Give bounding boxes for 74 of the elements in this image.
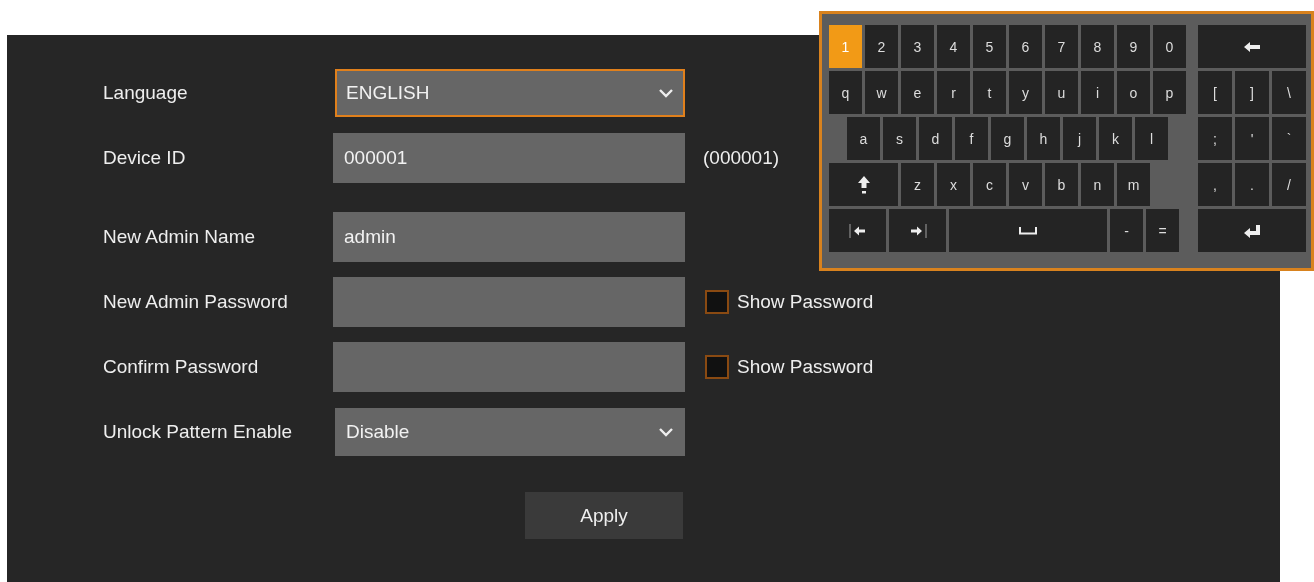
field-label: Device ID — [103, 147, 187, 169]
field-label: New Admin Name — [103, 226, 257, 248]
key[interactable]: c — [973, 163, 1006, 206]
arrow-left-icon — [1243, 40, 1261, 53]
key[interactable]: r — [937, 71, 970, 114]
key[interactable]: / — [1272, 163, 1306, 206]
key[interactable]: 0 — [1153, 25, 1186, 68]
key[interactable]: g — [991, 117, 1024, 160]
input-field[interactable]: admin — [333, 212, 685, 262]
key[interactable]: 4 — [937, 25, 970, 68]
chevron-down-icon — [658, 88, 674, 98]
key[interactable]: d — [919, 117, 952, 160]
key[interactable]: i — [1081, 71, 1114, 114]
key[interactable]: t — [973, 71, 1006, 114]
key[interactable]: . — [1235, 163, 1269, 206]
key[interactable]: [ — [1198, 71, 1232, 114]
space-icon — [1019, 226, 1037, 235]
key[interactable]: q — [829, 71, 862, 114]
key[interactable]: n — [1081, 163, 1114, 206]
key[interactable]: 2 — [865, 25, 898, 68]
key[interactable]: 9 — [1117, 25, 1150, 68]
key[interactable]: s — [883, 117, 916, 160]
key[interactable]: y — [1009, 71, 1042, 114]
password-field[interactable] — [333, 277, 685, 327]
key[interactable]: k — [1099, 117, 1132, 160]
key[interactable]: \ — [1272, 71, 1306, 114]
key[interactable]: o — [1117, 71, 1150, 114]
tab-right-icon — [908, 222, 927, 239]
field-label: Confirm Password — [103, 356, 260, 378]
key[interactable]: j — [1063, 117, 1096, 160]
field-label: Unlock Pattern Enable — [103, 421, 294, 443]
key[interactable]: p — [1153, 71, 1186, 114]
device-id-note: (000001) — [703, 147, 780, 169]
apply-button[interactable]: Apply — [525, 492, 683, 539]
key[interactable]: h — [1027, 117, 1060, 160]
key[interactable]: f — [955, 117, 988, 160]
key[interactable]: - — [1110, 209, 1143, 252]
key[interactable]: l — [1135, 117, 1168, 160]
key[interactable]: a — [847, 117, 880, 160]
input-field[interactable]: 000001 — [333, 133, 685, 183]
checkbox[interactable] — [705, 355, 729, 379]
key[interactable]: u — [1045, 71, 1078, 114]
key[interactable]: ' — [1235, 117, 1269, 160]
dropdown[interactable]: Disable — [335, 408, 685, 456]
checkbox-label: Show Password — [737, 291, 874, 313]
key[interactable]: ` — [1272, 117, 1306, 160]
key[interactable]: b — [1045, 163, 1078, 206]
tab-left-icon — [848, 222, 867, 239]
field-label: New Admin Password — [103, 291, 289, 313]
enter-icon — [1243, 223, 1261, 238]
key[interactable]: 6 — [1009, 25, 1042, 68]
key[interactable]: e — [901, 71, 934, 114]
chevron-down-icon — [658, 427, 674, 437]
key[interactable]: 7 — [1045, 25, 1078, 68]
key[interactable]: = — [1146, 209, 1179, 252]
key[interactable]: ; — [1198, 117, 1232, 160]
key[interactable]: 8 — [1081, 25, 1114, 68]
enter-key[interactable] — [1198, 209, 1306, 252]
shift-arrow-icon — [856, 174, 871, 195]
key[interactable]: x — [937, 163, 970, 206]
checkbox-label: Show Password — [737, 356, 874, 378]
shift-key[interactable] — [829, 163, 898, 206]
key[interactable]: z — [901, 163, 934, 206]
key[interactable]: 3 — [901, 25, 934, 68]
key[interactable]: m — [1117, 163, 1150, 206]
key[interactable]: 5 — [973, 25, 1006, 68]
key[interactable]: v — [1009, 163, 1042, 206]
field-label: Language — [103, 82, 189, 104]
password-field[interactable] — [333, 342, 685, 392]
key[interactable]: w — [865, 71, 898, 114]
dropdown[interactable]: ENGLISH — [335, 69, 685, 117]
key[interactable]: , — [1198, 163, 1232, 206]
checkbox[interactable] — [705, 290, 729, 314]
key[interactable]: ] — [1235, 71, 1269, 114]
